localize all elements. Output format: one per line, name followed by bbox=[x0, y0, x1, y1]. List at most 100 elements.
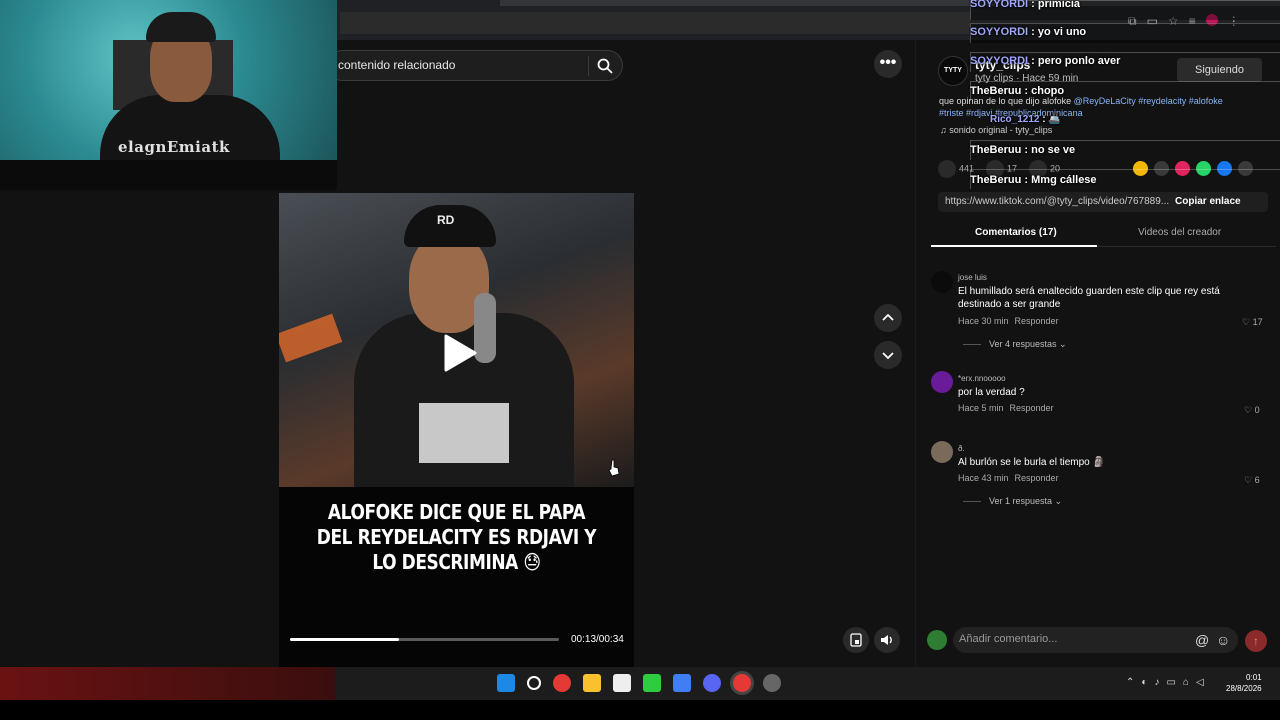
stage-light bbox=[279, 313, 343, 363]
hand-cursor-icon bbox=[608, 459, 620, 477]
taskbar-apps bbox=[497, 674, 781, 692]
store-icon[interactable] bbox=[613, 674, 631, 692]
emoji-icon[interactable]: ☺ bbox=[1216, 632, 1230, 648]
screen-bottom bbox=[0, 700, 1280, 720]
comment-like-button[interactable]: ♡ 0 bbox=[1244, 405, 1260, 416]
hoodie-text: elagnEmiatk bbox=[118, 138, 230, 156]
comment-like-button[interactable]: ♡ 6 bbox=[1244, 475, 1260, 486]
picture-in-picture-button[interactable] bbox=[843, 627, 869, 653]
view-replies-button[interactable]: Ver 4 respuestas ⌄ bbox=[963, 339, 1067, 350]
search-text: contenido relacionado bbox=[338, 58, 456, 72]
comment-time: Hace 5 min bbox=[958, 403, 1004, 413]
comment-meta: Hace 43 min Responder bbox=[958, 473, 1059, 483]
chevron-up-icon bbox=[882, 313, 894, 321]
mention-icon[interactable]: @ bbox=[1195, 632, 1209, 648]
chat-username: SOYYORDI bbox=[970, 26, 1029, 38]
chat-text: : primicia bbox=[1031, 0, 1081, 10]
clock-time: 0:01 bbox=[1246, 673, 1262, 682]
commenter-avatar[interactable] bbox=[931, 271, 953, 293]
comment-username[interactable]: *erx.nnooooo bbox=[958, 374, 1006, 383]
address-bar[interactable] bbox=[340, 12, 970, 34]
chrome-active-icon[interactable] bbox=[733, 674, 751, 692]
chevron-up-tray-icon[interactable]: ⌃ bbox=[1126, 677, 1134, 688]
user-avatar bbox=[927, 630, 947, 650]
like-button[interactable]: 441 bbox=[938, 160, 974, 178]
chat-text: : no se ve bbox=[1024, 144, 1076, 156]
creator-avatar[interactable]: TYTY bbox=[938, 56, 968, 86]
chrome-icon[interactable] bbox=[553, 674, 571, 692]
streamer-cap bbox=[146, 12, 216, 42]
network-icon[interactable]: ◐ bbox=[1141, 677, 1147, 688]
sound-link[interactable]: ♫ sonido original - tyty_clips bbox=[940, 125, 1052, 135]
search-divider bbox=[588, 56, 589, 76]
chat-username: TheBeruu bbox=[970, 85, 1022, 97]
comment-like-count: 17 bbox=[1252, 317, 1263, 327]
comment-text: El humillado será enaltecido guarden est… bbox=[958, 286, 1220, 310]
comment-text: Al burlón se le burla el tiempo 🗿 bbox=[958, 457, 1105, 468]
chat-text: : Mmg cállese bbox=[1024, 174, 1097, 186]
video-caption: ALOFOKE DICE QUE EL PAPA DEL REYDELACITY… bbox=[316, 500, 597, 574]
previous-video-button[interactable] bbox=[874, 304, 902, 332]
obs-icon[interactable] bbox=[763, 674, 781, 692]
comment-time: Hace 30 min bbox=[958, 316, 1009, 326]
chat-message: TheBeruu : chopo bbox=[970, 85, 1064, 97]
cap-logo: RD bbox=[437, 213, 455, 227]
wifi-icon[interactable]: ⌂ bbox=[1183, 677, 1189, 688]
chat-username: SOYYORDI bbox=[970, 55, 1029, 67]
chat-text: : 🚢 bbox=[1042, 114, 1061, 125]
keyboard bbox=[0, 160, 337, 190]
file-explorer-icon[interactable] bbox=[583, 674, 601, 692]
comment-text: por la verdad ? bbox=[958, 387, 1025, 398]
commenter-avatar[interactable] bbox=[931, 371, 953, 393]
comment-username[interactable]: ð. bbox=[958, 444, 965, 453]
kick-icon[interactable] bbox=[643, 674, 661, 692]
copy-link-button[interactable]: Copiar enlace bbox=[1175, 196, 1241, 207]
taskbar-wallpaper bbox=[0, 667, 335, 700]
send-comment-button[interactable]: ↑ bbox=[1245, 630, 1267, 652]
comment-like-button[interactable]: ♡ 17 bbox=[1242, 317, 1263, 328]
comment-username[interactable]: jose luis bbox=[958, 273, 987, 282]
chat-message: Rico_1212 : 🚢 bbox=[990, 114, 1061, 125]
microphone-icon[interactable]: ♪ bbox=[1154, 677, 1159, 688]
heart-icon bbox=[938, 160, 956, 178]
comment-meta: Hace 5 min Responder bbox=[958, 403, 1054, 413]
reply-button[interactable]: Responder bbox=[1015, 473, 1059, 483]
display-icon[interactable]: ▭ bbox=[1166, 677, 1175, 688]
laptop bbox=[419, 403, 509, 463]
clock-date: 28/8/2026 bbox=[1226, 684, 1262, 693]
comment-meta: Hace 30 min Responder bbox=[958, 316, 1059, 326]
webcam-overlay: elagnEmiatk bbox=[0, 0, 337, 190]
tab-creator-videos[interactable]: Videos del creador bbox=[1138, 227, 1221, 238]
progress-fill bbox=[290, 638, 399, 641]
chat-message: SOYYORDI : yo vi uno bbox=[970, 26, 1086, 38]
reply-button[interactable]: Responder bbox=[1010, 403, 1054, 413]
search-taskbar-icon[interactable] bbox=[527, 676, 541, 690]
roblox-icon[interactable] bbox=[673, 674, 691, 692]
start-icon[interactable] bbox=[497, 674, 515, 692]
speaker-icon[interactable]: ◁ bbox=[1196, 677, 1204, 688]
chat-username: Rico_1212 bbox=[990, 114, 1040, 125]
system-clock[interactable]: 0:01 28/8/2026 bbox=[1226, 672, 1262, 694]
discord-icon[interactable] bbox=[703, 674, 721, 692]
chevron-down-icon bbox=[882, 352, 894, 360]
tab-comments[interactable]: Comentarios (17) bbox=[975, 227, 1057, 238]
volume-icon bbox=[881, 635, 892, 645]
comment-placeholder: Añadir comentario... bbox=[959, 633, 1058, 645]
reply-button[interactable]: Responder bbox=[1015, 316, 1059, 326]
next-video-button[interactable] bbox=[874, 341, 902, 369]
video-url[interactable]: https://www.tiktok.com/@tyty_clips/video… bbox=[945, 196, 1169, 207]
system-tray: ⌃ ◐ ♪ ▭ ⌂ ◁ bbox=[1126, 677, 1204, 688]
chat-message: SOYYORDI : pero ponlo aver bbox=[970, 55, 1120, 67]
comment-like-count: 0 bbox=[1254, 405, 1260, 415]
play-icon[interactable] bbox=[442, 333, 478, 373]
chat-message: TheBeruu : no se ve bbox=[970, 144, 1075, 156]
chat-text: : yo vi uno bbox=[1031, 26, 1087, 38]
volume-button[interactable] bbox=[874, 627, 900, 653]
chat-username: TheBeruu bbox=[970, 174, 1022, 186]
video-time: 00:13/00:34 bbox=[571, 634, 624, 645]
more-options-button[interactable]: ••• bbox=[874, 50, 902, 78]
search-icon[interactable] bbox=[596, 57, 614, 75]
chat-text: : pero ponlo aver bbox=[1031, 55, 1121, 67]
view-replies-button[interactable]: Ver 1 respuesta ⌄ bbox=[963, 496, 1062, 507]
commenter-avatar[interactable] bbox=[931, 441, 953, 463]
